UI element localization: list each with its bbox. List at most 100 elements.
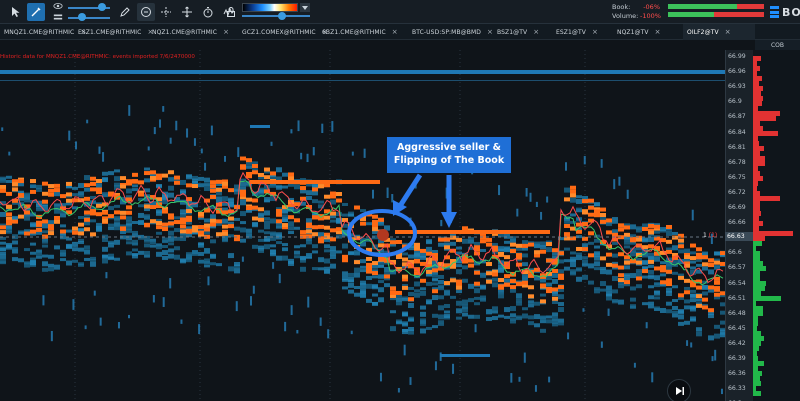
tab-6bz1-cme-rithmic[interactable]: 6BZ1.CME@RITHMIC ×	[318, 24, 408, 40]
close-icon[interactable]: ×	[392, 28, 398, 36]
order-cell	[558, 275, 564, 280]
annotation-line-1: Aggressive seller &	[397, 142, 501, 153]
pencil-line-icon[interactable]	[27, 3, 45, 21]
price-axis[interactable]: 66.99 66.96 66.93 66.9 66.87 66.84 66.81 66.78 6…	[725, 50, 753, 401]
liquidity-cell	[312, 199, 318, 204]
order-cell	[240, 189, 246, 194]
liquidity-cell	[564, 162, 567, 171]
order-cell	[534, 250, 540, 255]
liquidity-cell	[474, 324, 477, 333]
order-cell	[666, 282, 672, 287]
liquidity-cell	[426, 239, 432, 245]
order-cell	[114, 210, 120, 215]
opacity-slider[interactable]	[58, 3, 110, 11]
liquidity-cell	[540, 316, 546, 322]
order-cell	[312, 225, 318, 230]
liquidity-cell	[138, 235, 144, 240]
tab-mnqz1-cme-rithmic[interactable]: MNQZ1.CME@RITHMIC ×	[0, 24, 86, 40]
logo-icon	[770, 6, 779, 18]
heatmap-gradient-bar[interactable]	[242, 3, 298, 12]
liquidity-cell	[0, 261, 6, 265]
close-icon[interactable]: ×	[223, 28, 229, 36]
liquidity-cell	[518, 376, 521, 382]
liquidity-cell	[678, 249, 684, 254]
liquidity-cell	[240, 200, 246, 206]
liquidity-cell	[606, 295, 612, 301]
drag-icon[interactable]	[178, 3, 196, 21]
heatmap-canvas[interactable]	[0, 50, 725, 401]
tab-gcz1-comex-rithmic[interactable]: GCZ1.COMEX@RITHMIC ×	[238, 24, 328, 40]
tab-esz1-tv[interactable]: ESZ1@TV ×	[552, 24, 613, 40]
liquidity-cell	[12, 215, 18, 220]
tab-esz1-cme-rithmic[interactable]: ESZ1.CME@RITHMIC ×	[74, 24, 153, 40]
liquidity-cell	[348, 279, 354, 283]
play-button[interactable]	[667, 379, 691, 401]
heatmap-chart[interactable]: Historic data for MNQZ1.CME@RITHMIC: eve…	[0, 50, 725, 401]
liquidity-cell	[174, 228, 180, 233]
liquidity-cell	[30, 260, 36, 266]
liquidity-cell	[258, 238, 264, 242]
liquidity-cell	[690, 306, 696, 312]
chat-icon[interactable]	[137, 3, 155, 21]
timer-icon[interactable]	[199, 3, 217, 21]
liquidity-cell	[522, 307, 528, 311]
liquidity-cell	[93, 290, 96, 296]
liquidity-line	[250, 125, 270, 128]
liquidity-cell	[324, 258, 330, 264]
order-cell	[126, 210, 132, 215]
liquidity-cell	[193, 138, 196, 146]
liquidity-cell	[504, 315, 510, 319]
liquidity-cell	[552, 278, 558, 284]
liquidity-cell	[504, 307, 510, 313]
tab-btc-usd-sp-mb-bmd[interactable]: BTC-USD:SP:MB@BMD ×	[408, 24, 493, 40]
liquidity-cell	[330, 254, 336, 259]
tab-label: ESZ1.CME@RITHMIC	[78, 28, 142, 36]
liquidity-cell	[402, 252, 408, 256]
liquidity-cell	[192, 251, 198, 256]
order-cell	[330, 237, 336, 242]
order-cell	[402, 285, 408, 290]
liquidity-cell	[270, 141, 273, 146]
close-icon[interactable]: ×	[655, 28, 661, 36]
order-cell	[180, 224, 186, 229]
liquidity-cell	[276, 176, 282, 181]
lock-icon[interactable]	[222, 3, 240, 21]
liquidity-cell	[264, 231, 270, 235]
liquidity-cell	[84, 325, 87, 330]
order-cell	[636, 237, 642, 242]
liquidity-cell	[444, 304, 450, 309]
liquidity-cell	[480, 273, 486, 279]
tab-oilf2-tv[interactable]: OILF2@TV ×	[683, 24, 755, 40]
close-icon[interactable]: ×	[725, 28, 731, 36]
order-cell	[132, 172, 138, 177]
tab-nqz1-tv[interactable]: NQZ1@TV ×	[613, 24, 683, 40]
order-cell	[228, 224, 234, 229]
liquidity-cell	[522, 253, 528, 258]
liquidity-cell	[414, 289, 420, 293]
liquidity-cell	[354, 292, 360, 297]
liquidity-cell	[690, 289, 696, 293]
crosshair-icon[interactable]	[157, 3, 175, 21]
order-cell	[216, 179, 222, 184]
liquidity-cell	[426, 300, 432, 305]
liquidity-cell	[60, 213, 66, 218]
order-cell	[252, 163, 258, 168]
close-icon[interactable]: ×	[533, 28, 539, 36]
tab-bsz1-tv[interactable]: BSZ1@TV ×	[493, 24, 552, 40]
pen-icon[interactable]	[116, 3, 134, 21]
liquidity-cell	[534, 314, 540, 320]
chevron-down-icon[interactable]	[300, 3, 310, 12]
order-cell	[546, 242, 552, 247]
liquidity-cell	[690, 251, 696, 255]
order-cell	[96, 187, 102, 192]
liquidity-cell	[696, 263, 702, 267]
heatmap-slider[interactable]	[242, 12, 310, 20]
tab-nqz1-cme-rithmic[interactable]: NQZ1.CME@RITHMIC ×	[148, 24, 238, 40]
close-icon[interactable]: ×	[592, 28, 598, 36]
order-cell	[102, 210, 108, 215]
contrast-slider[interactable]	[58, 13, 110, 21]
order-cell	[156, 225, 162, 230]
liquidity-cell	[390, 326, 396, 332]
liquidity-cell	[648, 304, 654, 309]
cursor-icon[interactable]	[7, 3, 25, 21]
